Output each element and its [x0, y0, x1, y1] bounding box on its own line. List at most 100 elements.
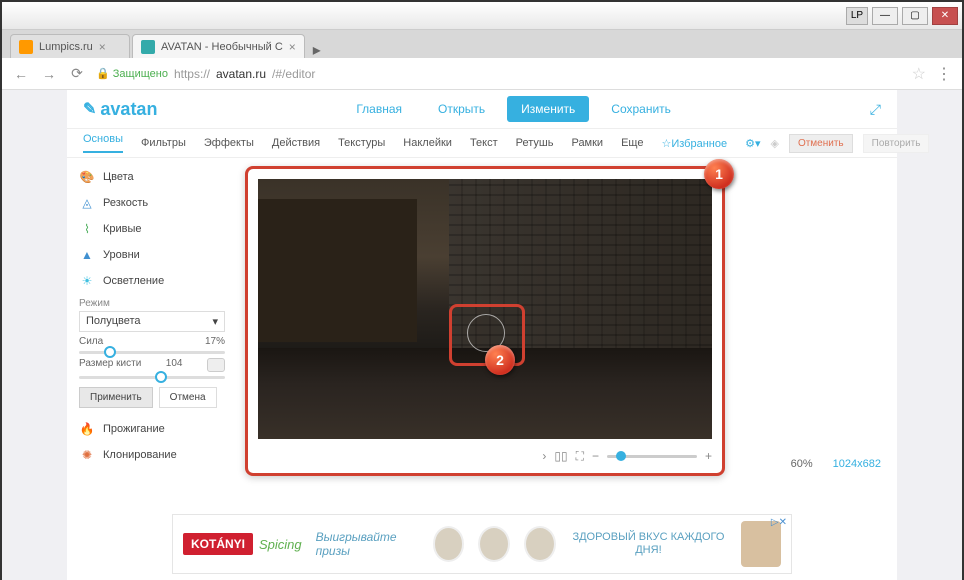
- url-field[interactable]: Защищено https:// avatan.ru /#/editor: [96, 67, 902, 81]
- page-content: avatan Главная Открыть Изменить Сохранит…: [2, 90, 962, 580]
- brush-preview-icon[interactable]: [207, 358, 225, 372]
- ad-brand: KOTÁNYI: [183, 533, 253, 555]
- strength-label: Сила: [79, 336, 103, 347]
- url-host: avatan.ru: [216, 67, 266, 81]
- canvas-info: 60% 1024x682: [791, 458, 881, 470]
- window-titlebar: LP — ▢ ✕: [2, 2, 962, 30]
- ad-banner[interactable]: KOTÁNYI Spicing Выигрывайте призы ЗДОРОВ…: [172, 514, 792, 574]
- sidebar-item-colors[interactable]: 🎨Цвета: [79, 164, 225, 190]
- sun-icon: ☀: [79, 273, 95, 289]
- reload-icon[interactable]: ⟳: [68, 65, 86, 82]
- favicon: [19, 40, 33, 54]
- tab-title: Lumpics.ru: [39, 41, 93, 53]
- tab-close-icon[interactable]: ×: [99, 40, 106, 54]
- prev-icon[interactable]: ›: [542, 449, 546, 463]
- curves-icon: ⌇: [79, 221, 95, 237]
- zoom-in-icon[interactable]: +: [705, 449, 712, 463]
- zoom-out-icon[interactable]: −: [592, 449, 599, 463]
- ad-product-icon: [433, 526, 465, 562]
- browser-menu-icon[interactable]: ⋮: [936, 64, 952, 84]
- avatan-app: avatan Главная Открыть Изменить Сохранит…: [67, 90, 897, 580]
- sidebar-item-lighten[interactable]: ☀Осветление: [79, 268, 225, 294]
- ad-badge[interactable]: ▷✕: [771, 517, 787, 528]
- fullscreen-icon[interactable]: ⛶: [576, 449, 584, 464]
- zoom-slider[interactable]: [607, 455, 697, 458]
- ad-text-2: ЗДОРОВЫЙ ВКУС КАЖДОГО ДНЯ!: [570, 531, 727, 557]
- new-tab-button[interactable]: ▸: [307, 40, 327, 58]
- maximize-button[interactable]: ▢: [902, 7, 928, 25]
- tab-lumpics[interactable]: Lumpics.ru ×: [10, 34, 130, 58]
- tab-avatan[interactable]: AVATAN - Необычный С ×: [132, 34, 305, 58]
- tool-actions[interactable]: Действия: [272, 137, 320, 149]
- bookmark-icon[interactable]: ☆: [912, 64, 926, 84]
- app-header: avatan Главная Открыть Изменить Сохранит…: [67, 90, 897, 128]
- ad-tagline: Spicing: [259, 537, 302, 552]
- canvas-highlight-frame: 1 2 › ▯▯ ⛶ − +: [245, 166, 725, 476]
- sharpen-icon: ◬: [79, 195, 95, 211]
- minimize-button[interactable]: —: [872, 7, 898, 25]
- editor-canvas[interactable]: [258, 179, 712, 439]
- sidebar-item-burn[interactable]: 🔥Прожигание: [79, 416, 225, 442]
- nav-save[interactable]: Сохранить: [597, 96, 685, 122]
- strength-value: 17%: [205, 336, 225, 347]
- brush-label: Размер кисти: [79, 358, 141, 372]
- browser-tabs: Lumpics.ru × AVATAN - Необычный С × ▸: [2, 30, 962, 58]
- sidebar-item-clone[interactable]: ✺Клонирование: [79, 442, 225, 468]
- canvas-controls: › ▯▯ ⛶ − +: [258, 445, 712, 467]
- image-dimensions: 1024x682: [833, 458, 881, 470]
- expand-icon[interactable]: ⤢: [870, 101, 881, 118]
- sidebar-item-levels[interactable]: ▲Уровни: [79, 242, 225, 268]
- flame-icon: 🔥: [79, 421, 95, 437]
- tool-filters[interactable]: Фильтры: [141, 137, 186, 149]
- apply-button[interactable]: Применить: [79, 387, 153, 408]
- strength-slider[interactable]: [79, 351, 225, 354]
- tool-frames[interactable]: Рамки: [571, 137, 603, 149]
- tool-basics[interactable]: Основы: [83, 133, 123, 153]
- close-button[interactable]: ✕: [932, 7, 958, 25]
- brush-value: 104: [166, 358, 183, 372]
- favicon: [141, 40, 155, 54]
- tool-textures[interactable]: Текстуры: [338, 137, 385, 149]
- brush-slider[interactable]: [79, 376, 225, 379]
- tool-favorites[interactable]: ☆Избранное: [661, 137, 727, 150]
- nav-edit[interactable]: Изменить: [507, 96, 589, 122]
- chevron-down-icon: ▾: [212, 315, 218, 328]
- layers-icon[interactable]: ◈: [770, 137, 778, 150]
- tool-effects[interactable]: Эффекты: [204, 137, 254, 149]
- mode-label: Режим: [79, 298, 225, 309]
- ad-text-1: Выигрывайте призы: [316, 530, 419, 558]
- nav-open[interactable]: Открыть: [424, 96, 499, 122]
- mode-select[interactable]: Полуцвета▾: [79, 311, 225, 332]
- address-bar: ← → ⟳ Защищено https:// avatan.ru /#/edito…: [2, 58, 962, 90]
- cancel-button[interactable]: Отмена: [159, 387, 217, 408]
- app-logo[interactable]: avatan: [83, 99, 157, 120]
- url-prefix: https://: [174, 67, 210, 81]
- sidebar-item-curves[interactable]: ⌇Кривые: [79, 216, 225, 242]
- compare-icon[interactable]: ▯▯: [554, 449, 567, 463]
- sidebar-item-sharpness[interactable]: ◬Резкость: [79, 190, 225, 216]
- ad-product-icon: [524, 526, 556, 562]
- redo-button[interactable]: Повторить: [863, 134, 930, 153]
- palette-icon: 🎨: [79, 169, 95, 185]
- tab-close-icon[interactable]: ×: [289, 40, 296, 54]
- back-icon[interactable]: ←: [12, 66, 30, 82]
- user-badge[interactable]: LP: [846, 7, 868, 25]
- photo-building-left: [258, 199, 417, 342]
- gear-icon[interactable]: ⚙▾: [745, 137, 760, 150]
- zoom-percent: 60%: [791, 458, 813, 470]
- secure-label: Защищено: [96, 67, 168, 80]
- app-nav: Главная Открыть Изменить Сохранить: [157, 96, 869, 122]
- tool-stickers[interactable]: Наклейки: [403, 137, 452, 149]
- undo-button[interactable]: Отменить: [789, 134, 853, 153]
- callout-1: 1: [704, 159, 734, 189]
- app-toolbar: Основы Фильтры Эффекты Действия Текстуры…: [67, 128, 897, 158]
- tool-more[interactable]: Еще: [621, 137, 643, 149]
- levels-icon: ▲: [79, 247, 95, 263]
- tool-retouch[interactable]: Ретушь: [516, 137, 554, 149]
- url-path: /#/editor: [272, 67, 315, 81]
- clone-icon: ✺: [79, 447, 95, 463]
- forward-icon[interactable]: →: [40, 66, 58, 82]
- nav-home[interactable]: Главная: [342, 96, 416, 122]
- tool-text[interactable]: Текст: [470, 137, 498, 149]
- ad-product-icon: [478, 526, 510, 562]
